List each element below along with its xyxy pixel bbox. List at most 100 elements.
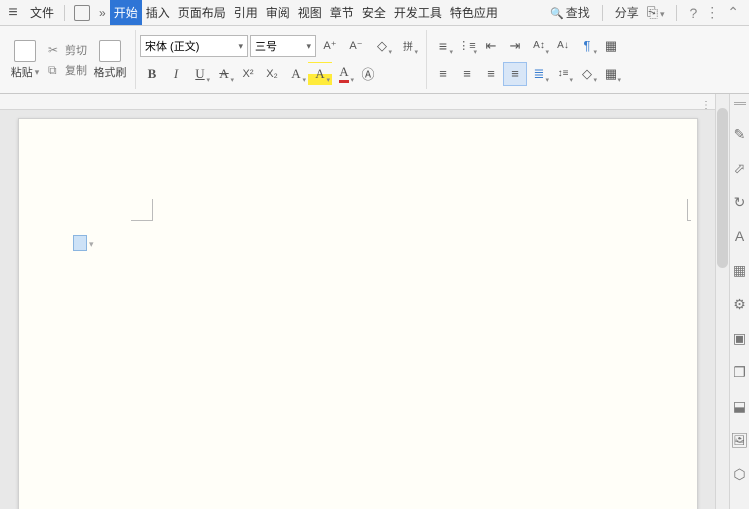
paste-icon (14, 40, 36, 62)
hamburger-icon[interactable] (4, 4, 22, 22)
picture-icon[interactable]: 🖼 (731, 431, 749, 449)
document-area (0, 94, 715, 509)
copy-button[interactable]: 复制 (46, 61, 89, 79)
font-family-value: 宋体 (正文) (145, 38, 199, 54)
align-justify-button[interactable] (503, 62, 527, 86)
ribbon-tabs: 开始 插入 页面布局 引用 审阅 视图 章节 安全 开发工具 特色应用 (110, 0, 502, 25)
shrink-font-button[interactable] (344, 34, 368, 58)
subscript-button[interactable] (260, 62, 284, 86)
vertical-scrollbar[interactable] (715, 94, 729, 509)
group-clipboard: 粘贴 剪切 复制 格式刷 (6, 30, 136, 89)
settings-icon[interactable]: ⚙ (731, 295, 749, 313)
cube-icon[interactable]: ⬡ (731, 465, 749, 483)
grow-font-button[interactable] (318, 34, 342, 58)
menubar-left: 文件 开始 插入 页面布局 引用 审阅 视图 章节 安全 开发工具 特色应用 (4, 0, 502, 25)
chevron-down-icon (89, 236, 94, 250)
task-pane-button[interactable] (599, 34, 623, 58)
strikethrough-button[interactable] (212, 62, 236, 86)
font-family-select[interactable]: 宋体 (正文) (140, 35, 248, 57)
clear-format-button[interactable] (370, 34, 394, 58)
cursor-icon[interactable]: ⬀ (731, 159, 749, 177)
bold-button[interactable] (140, 62, 164, 86)
copy-icon (48, 63, 62, 77)
save-icon[interactable] (73, 4, 91, 22)
cut-label: 剪切 (65, 42, 87, 58)
italic-button[interactable] (164, 62, 188, 86)
ruler[interactable] (0, 94, 715, 110)
menubar-right: 查找 分享 (550, 4, 745, 21)
menu-dots-icon[interactable] (705, 4, 719, 21)
tab-insert[interactable]: 插入 (142, 0, 174, 25)
margin-guide-right (687, 199, 691, 221)
ruler-marker-icon[interactable] (701, 97, 711, 107)
tab-references[interactable]: 引用 (230, 0, 262, 25)
sort-button[interactable] (551, 34, 575, 58)
chevron-down-icon (238, 40, 243, 52)
borders-button[interactable] (599, 62, 623, 86)
format-painter-icon (99, 40, 121, 62)
document-page[interactable] (18, 118, 698, 509)
decrease-indent-button[interactable] (479, 34, 503, 58)
grid-icon[interactable]: ▦ (731, 261, 749, 279)
tab-start[interactable]: 开始 (110, 0, 142, 25)
shading-button[interactable] (575, 62, 599, 86)
numbering-button[interactable] (455, 34, 479, 58)
superscript-button[interactable] (236, 62, 260, 86)
distribute-button[interactable] (527, 62, 551, 86)
paragraph-mark-button[interactable] (575, 34, 599, 58)
layers-icon[interactable]: ❐ (731, 363, 749, 381)
help-icon[interactable] (689, 5, 697, 21)
font-panel-icon[interactable]: A (731, 227, 749, 245)
tab-security[interactable]: 安全 (358, 0, 390, 25)
divider (64, 5, 65, 21)
tab-review[interactable]: 审阅 (262, 0, 294, 25)
change-case-button[interactable] (284, 62, 308, 86)
rotate-icon[interactable]: ↻ (731, 193, 749, 211)
search-label: 查找 (566, 4, 590, 21)
right-side-panel: ✎ ⬀ ↻ A ▦ ⚙ ▣ ❐ ⬓ 🖼 ⬡ (729, 94, 749, 509)
tab-developer[interactable]: 开发工具 (390, 0, 446, 25)
tray-icon[interactable]: ⬓ (731, 397, 749, 415)
font-size-value: 三号 (255, 38, 277, 54)
collapse-ribbon-icon[interactable] (727, 4, 739, 21)
align-center-button[interactable] (455, 62, 479, 86)
document-icon (73, 235, 87, 251)
image-box-icon[interactable]: ▣ (731, 329, 749, 347)
search-icon (550, 6, 564, 20)
align-right-button[interactable] (479, 62, 503, 86)
share-button[interactable]: 分享 (615, 4, 639, 21)
more-icon[interactable] (95, 6, 110, 20)
search-button[interactable]: 查找 (550, 4, 590, 21)
align-left-button[interactable] (431, 62, 455, 86)
file-menu[interactable]: 文件 (24, 2, 60, 23)
format-painter-label: 格式刷 (94, 64, 127, 80)
tab-view[interactable]: 视图 (294, 0, 326, 25)
paste-button[interactable]: 粘贴 (6, 31, 44, 89)
copy-label: 复制 (65, 62, 87, 78)
margin-guide-left (131, 199, 153, 221)
export-icon[interactable] (647, 4, 665, 21)
tab-page-layout[interactable]: 页面布局 (174, 0, 230, 25)
font-size-select[interactable]: 三号 (250, 35, 316, 57)
bullets-button[interactable] (431, 34, 455, 58)
text-direction-button[interactable] (527, 34, 551, 58)
scrollbar-thumb[interactable] (717, 108, 728, 268)
enclosed-char-button[interactable] (356, 62, 380, 86)
paste-options-tag[interactable] (73, 235, 94, 251)
divider (602, 5, 603, 21)
group-paragraph (431, 30, 629, 89)
line-spacing-button[interactable] (551, 62, 575, 86)
font-color-button[interactable] (332, 62, 356, 86)
cut-button[interactable]: 剪切 (46, 41, 89, 59)
tab-chapter[interactable]: 章节 (326, 0, 358, 25)
pencil-icon[interactable]: ✎ (731, 125, 749, 143)
panel-grip-icon[interactable] (734, 102, 746, 105)
underline-button[interactable] (188, 62, 212, 86)
group-font: 宋体 (正文) 三号 (140, 30, 427, 89)
phonetic-guide-button[interactable] (396, 34, 420, 58)
tab-special[interactable]: 特色应用 (446, 0, 502, 25)
scissors-icon (48, 43, 62, 57)
format-painter-button[interactable]: 格式刷 (91, 31, 129, 89)
highlight-button[interactable] (308, 62, 332, 86)
increase-indent-button[interactable] (503, 34, 527, 58)
